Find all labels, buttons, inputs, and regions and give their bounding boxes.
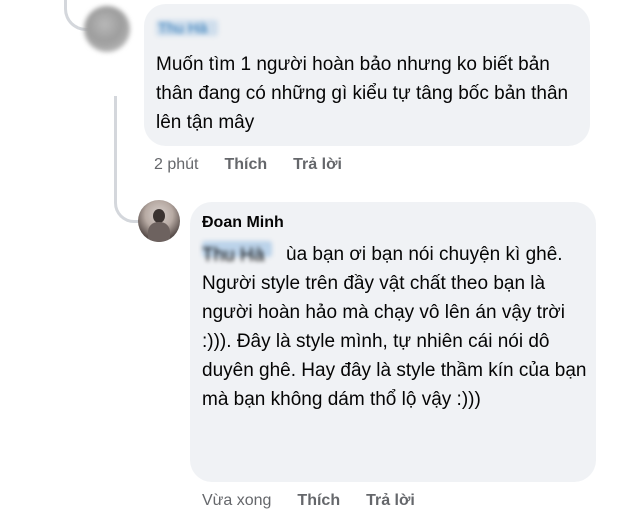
avatar-figure-head	[153, 209, 165, 223]
reply-timestamp[interactable]: Vừa xong	[202, 492, 271, 510]
reply-text: ùa bạn ơi bạn nói chuyện kì ghê. Người s…	[202, 244, 587, 410]
reply-mention[interactable]: Thu Hà	[202, 241, 272, 266]
commenter-avatar[interactable]	[84, 6, 130, 52]
reply-reply-button[interactable]: Trả lời	[366, 492, 415, 510]
reply-author-name[interactable]: Đoan Minh	[202, 214, 284, 232]
like-button[interactable]: Thích	[224, 156, 267, 174]
reply-like-button[interactable]: Thích	[297, 492, 340, 510]
comment-text: Muốn tìm 1 người hoàn bảo nhưng ko biết …	[156, 54, 569, 133]
thread-connector-reply	[114, 96, 139, 223]
reply-text-block: Thu Hà ùa bạn ơi bạn nói chuyện kì ghê. N…	[202, 240, 590, 414]
avatar-figure-body	[148, 222, 170, 242]
reply-button[interactable]: Trả lời	[293, 156, 342, 174]
comment-timestamp[interactable]: 2 phút	[154, 156, 198, 174]
comment-actions: 2 phút Thích Trả lời	[154, 156, 368, 174]
reply-actions: Vừa xong Thích Trả lời	[202, 492, 441, 510]
reply-bubble: Đoan Minh Thu Hà ùa bạn ơi bạn nói chuyện…	[190, 202, 596, 482]
comment-bubble: Thu Hà Muốn tìm 1 người hoàn bảo nhưng k…	[144, 4, 590, 146]
commenter-name[interactable]: Thu Hà	[156, 20, 218, 37]
reply-author-avatar[interactable]	[138, 200, 180, 242]
